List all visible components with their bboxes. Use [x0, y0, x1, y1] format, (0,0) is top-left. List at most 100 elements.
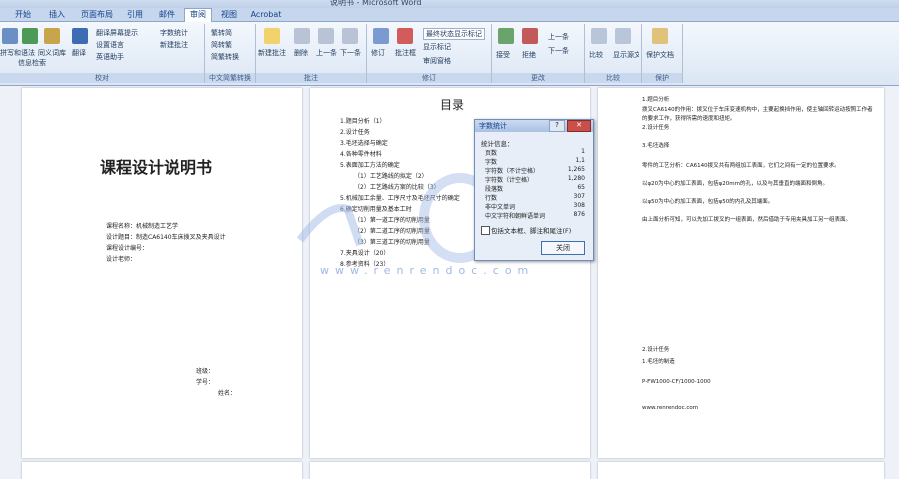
track-changes-button[interactable]: 修订	[371, 48, 385, 58]
stat-value: 1,1	[575, 157, 585, 164]
show-markup-button[interactable]: 显示标记	[423, 42, 451, 52]
body-paragraph: 3.毛坯选择	[642, 143, 670, 149]
toc-item[interactable]: （1）工艺路线的拟定（2）	[354, 171, 428, 180]
page-1[interactable]: 课程设计说明书 课程名称：机械制造工艺学 设计题目：制造CA6140车床拨叉及夹…	[22, 88, 302, 458]
page-5[interactable]	[310, 462, 590, 479]
stat-value: 308	[573, 202, 585, 209]
trad-to-simp-button[interactable]: 繁转简	[211, 28, 232, 38]
delete-comment-icon	[294, 28, 310, 44]
convert-button[interactable]: 简繁转换	[211, 52, 239, 62]
changes-group: 接受 拒绝 上一条 下一条 更改	[492, 24, 585, 83]
spelling-button[interactable]: 拼写和语法	[0, 48, 35, 58]
toc-item[interactable]: 5.机械加工余量、工序尺寸及毛坯尺寸的确定	[340, 193, 460, 202]
new-comment-button[interactable]: 新建批注	[258, 48, 286, 58]
compare-button[interactable]: 比较	[589, 50, 603, 60]
word-count-button[interactable]: 字数统计	[160, 28, 188, 38]
display-for-review-select[interactable]: 最终状态显示标记	[423, 28, 485, 40]
next-comment-button[interactable]: 下一条	[340, 48, 361, 58]
toc-item[interactable]: 6.确定切削用量及基本工时	[340, 204, 412, 213]
toc-item[interactable]: 2.设计任务	[340, 127, 370, 136]
stat-label: 字符数（计空格）	[485, 177, 534, 184]
ribbon: 拼写和语法 信息检索 同义词库 翻译 翻译屏幕提示 设置语言 英语助手 字数统计…	[0, 22, 899, 86]
body-paragraph: 由上面分析可知，可以先加工拨叉的一组表面，然后借助于专用夹具加工另一组表面。	[642, 217, 852, 223]
chinese-conversion-group: 繁转简 简转繁 简繁转换 中文简繁转换	[205, 24, 256, 83]
spelling-icon	[2, 28, 18, 44]
previous-comment-button[interactable]: 上一条	[316, 48, 337, 58]
thesaurus-icon	[44, 28, 60, 44]
toc-item[interactable]: 5.表面加工方法的确定	[340, 160, 400, 169]
tab-view[interactable]: 视图	[216, 9, 242, 21]
close-button[interactable]: 关闭	[541, 241, 585, 255]
document-title: 课程设计说明书	[100, 158, 213, 177]
stat-label: 字数	[485, 159, 498, 166]
toc-item[interactable]: （2）第二道工序的切削用量	[354, 226, 430, 235]
toc-item[interactable]: 4.各种零件材料	[340, 149, 382, 158]
accept-icon	[498, 28, 514, 44]
title-bar: 说明书 - Microsoft Word	[0, 0, 899, 8]
delete-comment-button[interactable]: 删除	[294, 48, 308, 58]
body-paragraph: 1.毛坯的制造	[642, 359, 675, 365]
toc-item[interactable]: （1）第一道工序的切削用量	[354, 215, 430, 224]
toc-item[interactable]: 7.夹具设计（20）	[340, 248, 389, 257]
compare-group-label: 比较	[585, 73, 641, 83]
tab-acrobat[interactable]: Acrobat	[248, 9, 284, 21]
toc-item[interactable]: （3）第三道工序的切削用量	[354, 237, 430, 246]
accept-button[interactable]: 接受	[496, 50, 510, 60]
reject-button[interactable]: 拒绝	[522, 50, 536, 60]
new-comment-icon	[264, 28, 280, 44]
comments-group: 新建批注 删除 上一条 下一条 批注	[256, 24, 367, 83]
stat-label: 页数	[485, 150, 498, 157]
toc-item[interactable]: 3.毛坯选择与确定	[340, 138, 388, 147]
body-paragraph: 2.设计任务	[642, 347, 670, 353]
simp-to-trad-button[interactable]: 简转繁	[211, 40, 232, 50]
page-4[interactable]	[22, 462, 302, 479]
tab-review[interactable]: 审阅	[184, 8, 212, 22]
close-icon[interactable]: ✕	[567, 120, 591, 132]
new-comment-small-button[interactable]: 新建批注	[160, 40, 188, 50]
chinese-conversion-label: 中文简繁转换	[205, 73, 255, 83]
protect-document-button[interactable]: 保护文档	[646, 50, 674, 60]
body-paragraph: 以φ20为中心的加工表面，包括φ20mm的孔，以及与其垂直的端面和倒角。	[642, 181, 828, 187]
translate-tooltip-button[interactable]: 翻译屏幕提示	[96, 28, 138, 38]
toc-item[interactable]: 8.参考资料（23）	[340, 259, 389, 268]
stat-value: 1,265	[567, 166, 585, 173]
balloons-button[interactable]: 批注框	[395, 48, 416, 58]
toc-item[interactable]: 1.题目分析（1）	[340, 116, 386, 125]
compare-icon	[591, 28, 607, 44]
help-icon[interactable]: ?	[549, 120, 565, 132]
changes-group-label: 更改	[492, 73, 584, 83]
next-comment-icon	[342, 28, 358, 44]
include-textboxes-label: 包括文本框、脚注和尾注(F)	[491, 227, 572, 235]
word-count-dialog: 字数统计 ? ✕ 统计信息： 页数 1 字数 1,1 字符数（不计空格） 1,265 字符数…	[474, 119, 594, 261]
tab-insert[interactable]: 插入	[44, 9, 70, 21]
next-change-button[interactable]: 下一条	[548, 46, 569, 56]
research-button[interactable]: 信息检索	[18, 58, 46, 68]
name-signature: 姓名：	[218, 390, 237, 397]
english-assistant-button[interactable]: 英语助手	[96, 52, 124, 62]
balloons-icon	[397, 28, 413, 44]
page-3[interactable]: 1.题目分析 拨叉CA6140的作用：拨叉位于车床变速机构中，主要起换挡作用，使主…	[598, 88, 884, 458]
tab-mailings[interactable]: 邮件	[154, 9, 180, 21]
stat-label: 段落数	[485, 186, 504, 193]
include-textboxes-checkbox[interactable]	[481, 226, 490, 235]
protect-group-label: 保护	[642, 73, 682, 83]
translate-button[interactable]: 翻译	[72, 48, 86, 58]
thesaurus-button[interactable]: 同义词库	[38, 48, 66, 58]
stat-label: 行数	[485, 195, 498, 202]
tab-home[interactable]: 开始	[10, 9, 36, 21]
ribbon-tabs: 开始 插入 页面布局 引用 邮件 审阅 视图 Acrobat	[0, 8, 899, 22]
protect-document-icon	[652, 28, 668, 44]
tab-references[interactable]: 引用	[122, 9, 148, 21]
page-6[interactable]	[598, 462, 884, 479]
reviewing-pane-button[interactable]: 审阅窗格	[423, 56, 451, 66]
window-title: 说明书 - Microsoft Word	[330, 0, 422, 7]
body-paragraph: 零件的工艺分析：CA6140拨叉共有两组加工表面，它们之间有一定的位置要求。	[642, 163, 840, 169]
toc-item[interactable]: （2）工艺路线方案的比较（3）	[354, 182, 440, 191]
body-paragraph: 1.题目分析	[642, 97, 670, 103]
previous-change-button[interactable]: 上一条	[548, 32, 569, 42]
design-topic-field: 设计题目：制造CA6140车床拨叉及夹具设计	[106, 234, 226, 241]
set-language-button[interactable]: 设置语言	[96, 40, 124, 50]
tab-page-layout[interactable]: 页面布局	[78, 9, 116, 21]
show-source-button[interactable]: 显示源文档	[613, 50, 639, 60]
track-changes-icon	[373, 28, 389, 44]
